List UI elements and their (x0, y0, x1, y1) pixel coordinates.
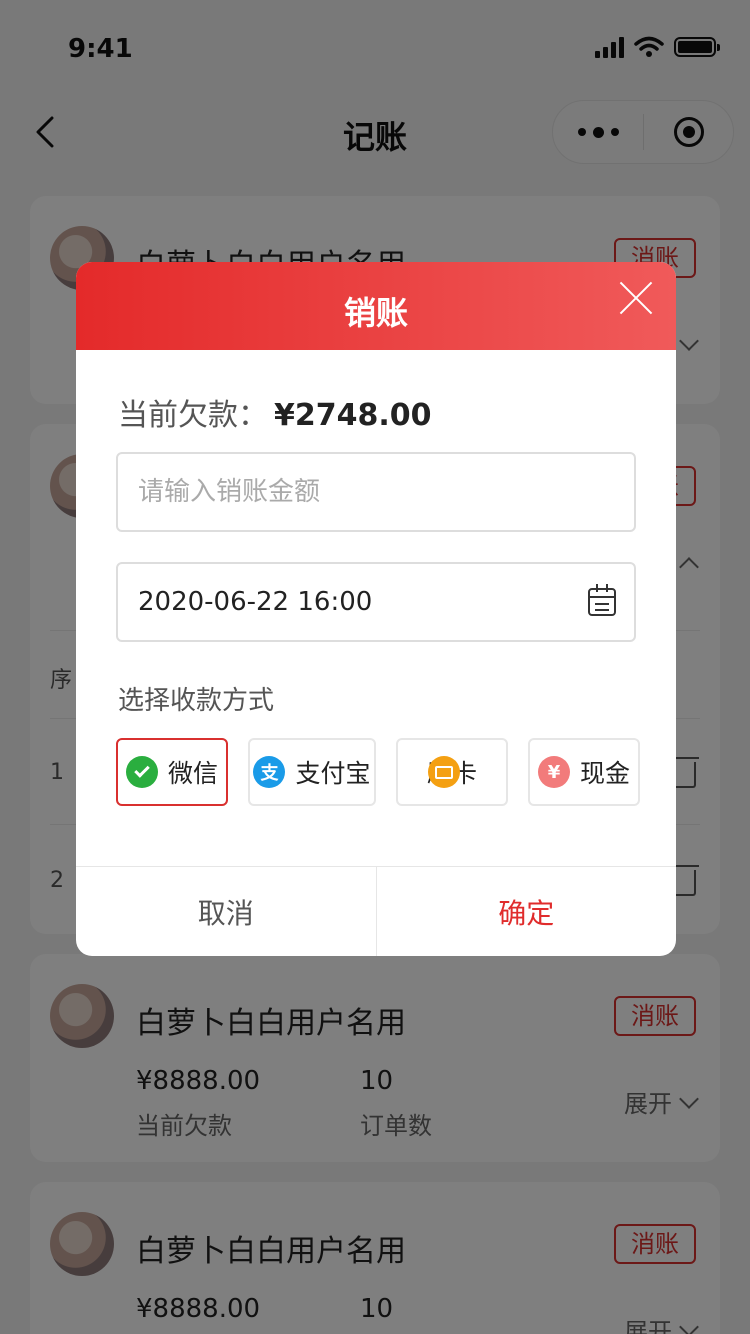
writeoff-amount-input[interactable] (118, 454, 634, 530)
calendar-icon[interactable] (588, 584, 616, 616)
wechat-icon (125, 756, 158, 788)
alipay-icon: 支 (253, 756, 286, 788)
close-icon[interactable] (618, 280, 654, 316)
dialog-title: 销账 (343, 294, 408, 332)
debt-value: ¥2748.00 (274, 398, 432, 433)
cancel-button[interactable]: 取消 (76, 867, 377, 956)
payment-cash-button[interactable]: ¥ 现金 (528, 738, 640, 806)
debt-label: 当前欠款： (118, 398, 268, 433)
payment-card-button[interactable]: 刷卡 (396, 738, 508, 806)
payment-label: 支付宝 (295, 759, 371, 788)
payment-method-label: 选择收款方式 (118, 686, 275, 716)
payment-label: 现金 (579, 759, 630, 788)
payment-label: 微信 (167, 759, 218, 788)
current-debt: 当前欠款： ¥2748.00 (118, 390, 432, 434)
cash-icon: ¥ (537, 756, 570, 788)
card-icon (428, 756, 460, 788)
writeoff-dialog: 销账 当前欠款：¥2748.00 选择收款方式 微信 支 支付宝 刷卡 ¥ 现金… (76, 262, 676, 956)
datetime-field-box (116, 562, 636, 642)
dialog-footer: 取消 确定 (76, 866, 676, 956)
dialog-header: 销账 (76, 262, 676, 350)
payment-wechat-button[interactable]: 微信 (116, 738, 228, 806)
datetime-input[interactable] (118, 564, 634, 640)
confirm-button[interactable]: 确定 (377, 867, 677, 956)
payment-alipay-button[interactable]: 支 支付宝 (248, 738, 376, 806)
amount-field-box (116, 452, 636, 532)
